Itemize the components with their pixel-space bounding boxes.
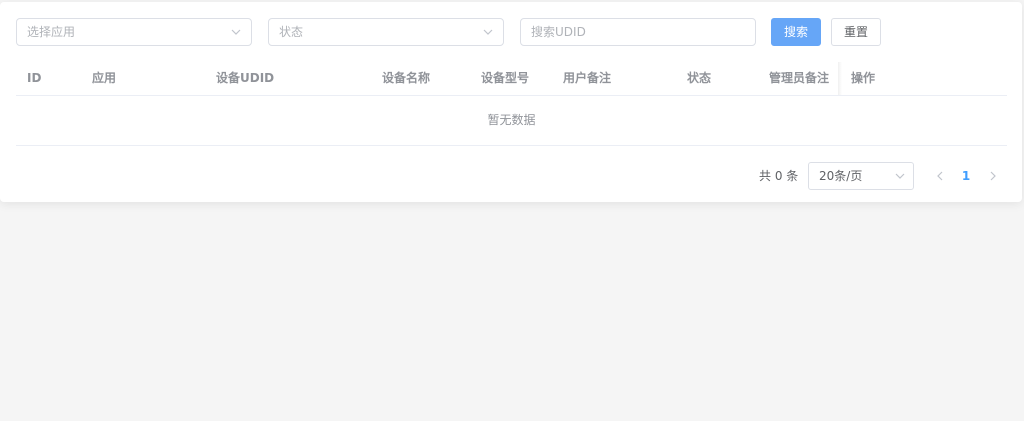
- chevron-down-icon: [895, 173, 905, 179]
- column-header-status[interactable]: 状态: [687, 62, 711, 95]
- chevron-left-icon: [937, 171, 943, 181]
- search-button[interactable]: 搜索: [771, 18, 821, 46]
- app-select-placeholder: 选择应用: [27, 25, 76, 39]
- fixed-column-divider: [838, 62, 842, 95]
- column-header-udid[interactable]: 设备UDID: [216, 62, 274, 95]
- column-header-actions: 操作: [851, 71, 876, 85]
- app-select[interactable]: 选择应用: [16, 18, 252, 46]
- udid-search-placeholder: 搜索UDID: [531, 25, 586, 39]
- chevron-down-icon: [483, 29, 493, 35]
- reset-button[interactable]: 重置: [831, 18, 881, 46]
- status-select-placeholder: 状态: [279, 25, 304, 39]
- column-header-user-note[interactable]: 用户备注: [563, 62, 611, 95]
- pagination: 共 0 条 20条/页 1: [0, 162, 1022, 190]
- column-header-id[interactable]: ID: [27, 62, 41, 95]
- table-empty-row: 暂无数据: [16, 96, 1007, 146]
- page-size-value: 20条/页: [819, 169, 863, 183]
- next-page-button[interactable]: [983, 162, 1003, 190]
- column-header-admin-note[interactable]: 管理员备注: [769, 62, 829, 95]
- device-table: ID 应用 设备UDID 设备名称 设备型号 用户备注 状态 管理员备注 操作 …: [16, 62, 1007, 146]
- page-number-current[interactable]: 1: [957, 162, 975, 190]
- column-header-device-model[interactable]: 设备型号: [481, 62, 529, 95]
- prev-page-button[interactable]: [930, 162, 950, 190]
- device-list-card: 选择应用 状态 搜索UDID 搜索 重置 ID 应用 设备UDID 设备名称 设…: [0, 2, 1022, 202]
- page-size-select[interactable]: 20条/页: [808, 162, 914, 190]
- column-header-device-name[interactable]: 设备名称: [382, 62, 430, 95]
- chevron-right-icon: [990, 171, 996, 181]
- column-header-app[interactable]: 应用: [92, 62, 116, 95]
- table-header: ID 应用 设备UDID 设备名称 设备型号 用户备注 状态 管理员备注 操作: [16, 62, 1007, 96]
- chevron-down-icon: [231, 29, 241, 35]
- status-select[interactable]: 状态: [268, 18, 504, 46]
- pagination-total: 共 0 条: [759, 169, 799, 183]
- empty-text: 暂无数据: [487, 113, 536, 127]
- udid-search-input[interactable]: 搜索UDID: [520, 18, 756, 46]
